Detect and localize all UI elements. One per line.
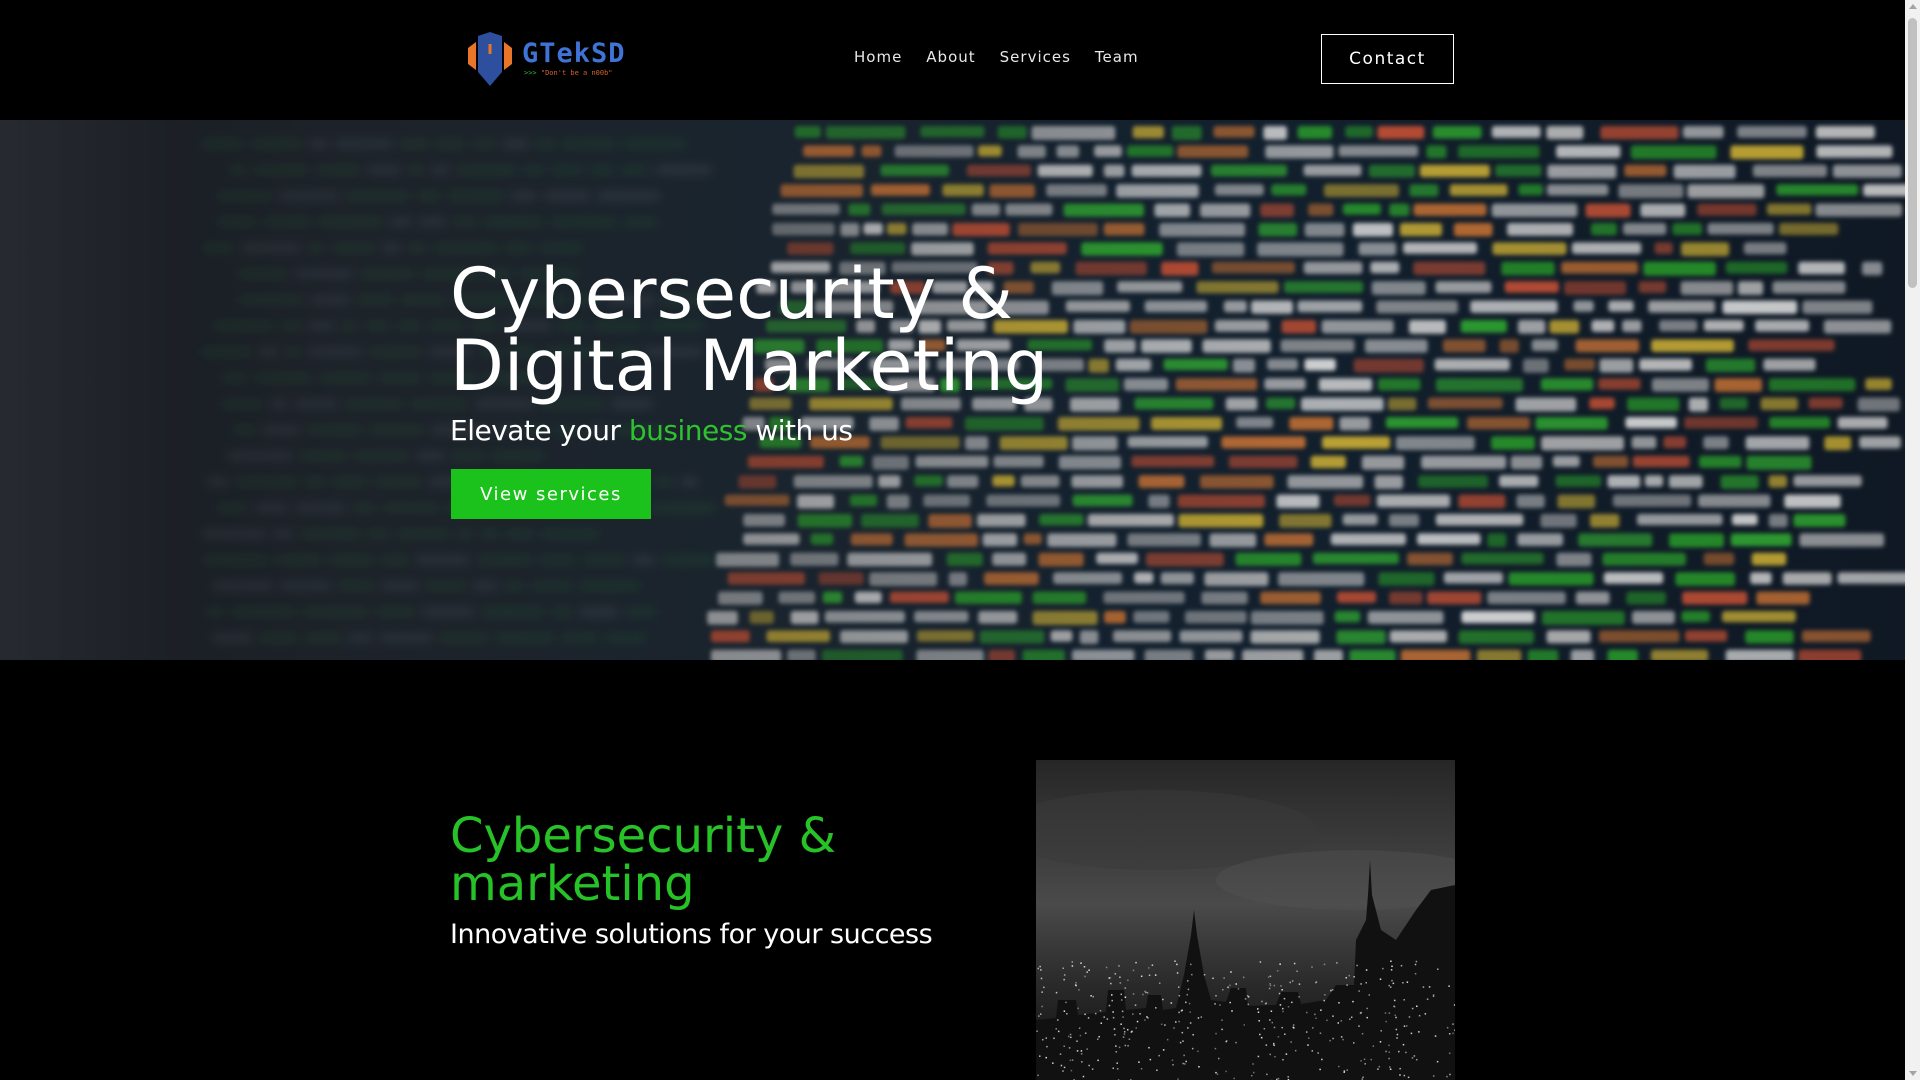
view-services-button[interactable]: View services <box>451 469 651 519</box>
nav-home[interactable]: Home <box>854 48 902 66</box>
scrollbar-thumb[interactable] <box>1908 18 1917 288</box>
logo[interactable]: GTekSD >>> "Don't be a n00b" <box>462 30 626 88</box>
city-skyline-graphic <box>1036 760 1455 1080</box>
scroll-down-icon[interactable] <box>1909 1071 1917 1076</box>
hero-title: Cybersecurity & Digital Marketing <box>450 258 1150 402</box>
page-scrollbar[interactable] <box>1905 0 1920 1080</box>
section-subtitle: Innovative solutions for your success <box>450 919 933 950</box>
logo-tagline: >>> "Don't be a n00b" <box>524 68 626 78</box>
section-title: Cybersecurity & marketing <box>450 812 870 908</box>
hero-title-line1: Cybersecurity & <box>450 253 1013 335</box>
hero-subtitle: Elevate your business with us <box>450 414 853 447</box>
site-header: GTekSD >>> "Don't be a n00b" Home About … <box>0 0 1905 120</box>
section-title-line2: marketing <box>450 856 695 912</box>
hero-section: Cybersecurity & Digital Marketing Elevat… <box>0 120 1905 660</box>
shield-shell-icon <box>468 32 512 86</box>
hero-subtitle-after: with us <box>746 414 853 447</box>
logo-tagline-prefix: >>> <box>524 69 537 77</box>
hero-subtitle-before: Elevate your <box>450 414 629 447</box>
scroll-up-icon[interactable] <box>1909 4 1917 9</box>
hero-title-line2: Digital Marketing <box>450 325 1049 407</box>
main-nav: Home About Services Team <box>854 48 1139 66</box>
logo-tagline-text: "Don't be a n00b" <box>540 69 613 77</box>
hero-subtitle-highlight: business <box>628 414 748 447</box>
nav-services[interactable]: Services <box>1000 48 1071 66</box>
logo-text: GTekSD >>> "Don't be a n00b" <box>522 40 626 78</box>
contact-button[interactable]: Contact <box>1321 34 1454 84</box>
city-skyline-image <box>1036 760 1455 1080</box>
nav-about[interactable]: About <box>926 48 975 66</box>
logo-name: GTekSD <box>522 38 626 69</box>
nav-team[interactable]: Team <box>1095 48 1139 66</box>
